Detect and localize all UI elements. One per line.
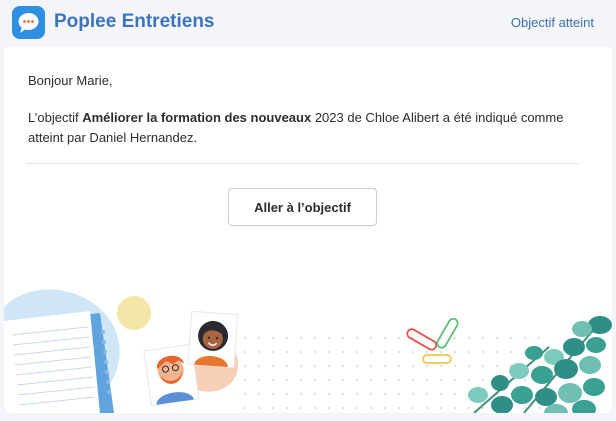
greeting: Bonjour Marie, <box>28 73 113 88</box>
app-logo <box>12 6 45 39</box>
avatar-photo-woman <box>187 310 239 368</box>
message-text: L’objectif Améliorer la formation des no… <box>28 108 568 148</box>
objective-name: Améliorer la formation des nouveaux <box>82 110 312 125</box>
divider <box>26 163 579 164</box>
email-header: Poplee Entretiens Objectif atteint <box>0 0 616 46</box>
chat-bubble-icon <box>12 6 45 39</box>
brand-name: Poplee Entretiens <box>54 11 215 32</box>
objective-status-link[interactable]: Objectif atteint <box>511 15 594 30</box>
yellow-blob <box>117 296 151 330</box>
email-card: Bonjour Marie, L’objectif Améliorer la f… <box>4 47 612 413</box>
footer-illustration <box>4 289 612 413</box>
message-intro: L’objectif <box>28 110 83 125</box>
notebook-illustration <box>4 311 114 413</box>
go-to-objective-button[interactable]: Aller à l’objectif <box>228 188 377 226</box>
